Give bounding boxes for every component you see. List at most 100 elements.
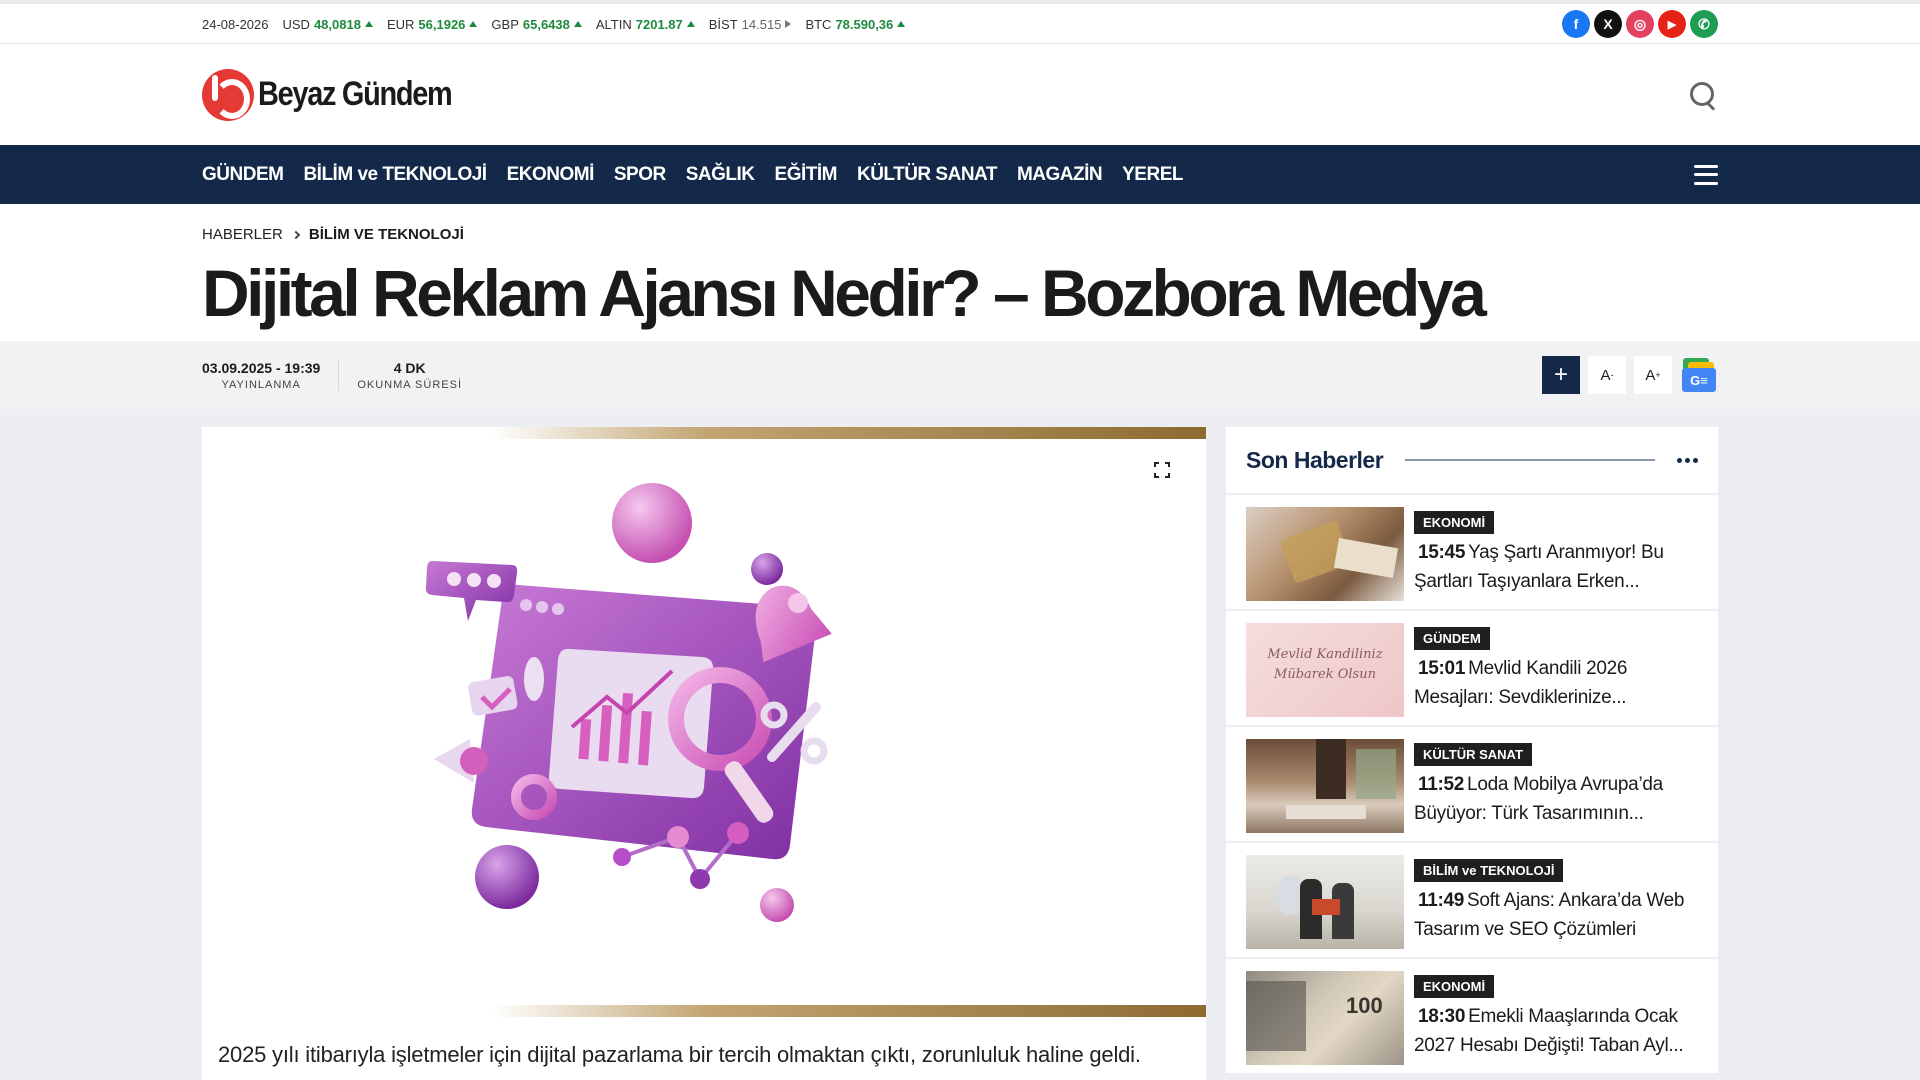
font-increase-sup: + (1655, 370, 1661, 380)
ticker-label: GBP (491, 16, 519, 32)
facebook-icon[interactable]: f (1562, 10, 1590, 38)
read-time-label: OKUNMA SÜRESİ (357, 378, 463, 391)
news-list-item[interactable]: BİLİM ve TEKNOLOJİ 11:49 Soft Ajans: Anka… (1226, 843, 1718, 957)
nav-item-saglik[interactable]: SAĞLIK (686, 164, 755, 186)
news-list-item[interactable]: 100 EKONOMİ 18:30 Emekli Maaşlarında Ocak… (1226, 959, 1718, 1073)
font-increase-label: A (1645, 366, 1656, 384)
trend-up-icon (573, 21, 582, 27)
article-meta-bar: 03.09.2025 - 19:39 YAYINLANMA 4 DK OKUNM… (0, 341, 1920, 409)
x-twitter-icon[interactable]: X (1594, 10, 1622, 38)
news-headline: 15:45 Yaş Şartı Aranmıyor! Bu Şartları Ta… (1414, 538, 1698, 596)
social-links: f X ◎ ▶ ✆ (1562, 10, 1718, 38)
news-thumbnail (1246, 739, 1404, 833)
news-list-item[interactable]: KÜLTÜR SANAT 11:52 Loda Mobilya Avrupa’da… (1226, 727, 1718, 841)
youtube-icon[interactable]: ▶ (1658, 10, 1686, 38)
ticker-label: EUR (386, 16, 415, 32)
breadcrumb-home[interactable]: HABERLER (202, 226, 283, 243)
news-list-item[interactable]: EKONOMİ 15:45 Yaş Şartı Aranmıyor! Bu Şar… (1226, 495, 1718, 609)
category-badge[interactable]: BİLİM ve TEKNOLOJİ (1414, 859, 1564, 882)
breadcrumb: HABERLER BİLİM VE TEKNOLOJİ (202, 226, 1718, 243)
nav-item-kultur-sanat[interactable]: KÜLTÜR SANAT (857, 164, 998, 186)
news-time: 11:52 (1418, 774, 1465, 795)
news-time: 18:30 (1418, 1006, 1466, 1027)
news-thumbnail: 100 (1246, 971, 1404, 1065)
font-decrease-label: A (1600, 366, 1611, 384)
nav-item-spor[interactable]: SPOR (614, 164, 666, 186)
plus-button[interactable]: + (1542, 356, 1580, 394)
breadcrumb-category[interactable]: BİLİM VE TEKNOLOJİ (309, 226, 464, 243)
font-decrease-sup: - (1610, 370, 1614, 380)
category-badge[interactable]: EKONOMİ (1414, 975, 1495, 998)
fullscreen-expand-icon[interactable] (1154, 462, 1170, 478)
news-thumbnail: Mevlid Kandiliniz Mübarek Olsun (1246, 623, 1404, 717)
logo-text: Beyaz Gündem (258, 75, 453, 113)
ticker-item-eur[interactable]: EUR 56,1926 (386, 16, 478, 32)
nav-item-ekonomi[interactable]: EKONOMİ (507, 164, 595, 186)
latest-news-sidebar: Son Haberler EKONOMİ 15:45 Yaş Şartı Aran… (1226, 427, 1718, 1080)
site-header: Beyaz Gündem (0, 44, 1920, 145)
ticker-date: 24-08-2026 (202, 16, 269, 32)
main-navigation: GÜNDEM BİLİM ve TEKNOLOJİ EKONOMİ SPOR S… (0, 145, 1920, 204)
ticker-value: 56,1926 (418, 16, 466, 32)
nav-item-bilim-teknoloji[interactable]: BİLİM ve TEKNOLOJİ (303, 164, 487, 186)
site-logo[interactable]: Beyaz Gündem (202, 68, 486, 121)
trend-up-icon (897, 21, 906, 27)
trend-up-icon (364, 21, 373, 27)
category-badge[interactable]: EKONOMİ (1414, 511, 1495, 534)
nav-item-gundem[interactable]: GÜNDEM (202, 164, 284, 186)
news-headline: 11:52 Loda Mobilya Avrupa’da Büyüyor: Tür… (1414, 770, 1698, 828)
ticker-item-btc[interactable]: BTC 78.590,36 (805, 16, 906, 32)
publish-date-label: YAYINLANMA (221, 378, 301, 391)
ticker-value: 78.590,36 (835, 16, 894, 32)
whatsapp-icon[interactable]: ✆ (1690, 10, 1718, 38)
ticker-label: BTC (805, 16, 832, 32)
nav-item-magazin[interactable]: MAGAZİN (1017, 164, 1103, 186)
market-ticker: 24-08-2026 USD 48,0818 EUR 56,1926 GBP 65,6… (202, 17, 919, 32)
logo-mark-icon (202, 68, 254, 121)
content-area: 2025 yılı itibarıyla işletmeler için dij… (0, 409, 1920, 1080)
publish-date-value: 03.09.2025 - 19:39 (202, 359, 321, 376)
ticker-label: USD (282, 16, 310, 32)
nav-item-egitim[interactable]: EĞİTİM (775, 164, 838, 186)
article-hero-image (425, 483, 832, 922)
news-thumbnail (1246, 855, 1404, 949)
ticker-label: ALTIN (595, 16, 632, 32)
ticker-item-gbp[interactable]: GBP 65,6438 (491, 16, 582, 32)
news-headline: 15:01 Mevlid Kandili 2026 Mesajları: Sevd… (1414, 654, 1698, 712)
google-news-label: G≡ (1682, 368, 1716, 392)
news-headline: 18:30 Emekli Maaşlarında Ocak 2027 Hesabı… (1414, 1002, 1698, 1060)
category-badge[interactable]: KÜLTÜR SANAT (1414, 743, 1532, 766)
thumbnail-caption: Mevlid Kandiliniz Mübarek Olsun (1267, 647, 1383, 682)
instagram-icon[interactable]: ◎ (1626, 10, 1654, 38)
market-ticker-bar: 24-08-2026 USD 48,0818 EUR 56,1926 GBP 65,6… (0, 0, 1920, 44)
divider (1405, 459, 1655, 461)
nav-item-yerel[interactable]: YEREL (1122, 164, 1183, 186)
ticker-value: 48,0818 (313, 16, 361, 32)
google-news-icon[interactable]: G≡ (1680, 356, 1718, 394)
article-body: 2025 yılı itibarıyla işletmeler için dij… (202, 427, 1206, 1080)
decorative-gold-bar (492, 1005, 1206, 1017)
decorative-gold-bar (492, 427, 1206, 439)
ticker-item-usd[interactable]: USD 48,0818 (283, 17, 373, 32)
more-options-icon[interactable] (1677, 457, 1698, 463)
sidebar-title: Son Haberler (1246, 446, 1384, 473)
ticker-value: 65,6438 (522, 16, 570, 32)
chevron-right-icon (291, 230, 301, 239)
category-badge[interactable]: GÜNDEM (1414, 627, 1490, 650)
news-time: 15:45 (1418, 542, 1466, 563)
ticker-item-bist[interactable]: BİST 14.515 (709, 17, 792, 32)
article-title: Dijital Reklam Ajansı Nedir? – Bozbora M… (202, 256, 1487, 330)
ticker-label: BİST (708, 16, 738, 32)
publish-date: 03.09.2025 - 19:39 YAYINLANMA (202, 360, 338, 391)
read-time-value: 4 DK (393, 359, 426, 376)
news-headline: 11:49 Soft Ajans: Ankara’da Web Tasarım v… (1414, 886, 1698, 944)
hamburger-menu-icon[interactable] (1694, 164, 1718, 185)
news-list-item[interactable]: Mevlid Kandiliniz Mübarek Olsun GÜNDEM 1… (1226, 611, 1718, 725)
ticker-item-gold[interactable]: ALTIN 7201.87 (596, 17, 695, 32)
trend-up-icon (686, 21, 695, 27)
font-decrease-button[interactable]: A- (1588, 356, 1626, 394)
news-time: 11:49 (1418, 890, 1465, 911)
font-increase-button[interactable]: A + (1634, 356, 1672, 394)
search-icon[interactable] (1688, 80, 1718, 110)
news-time: 15:01 (1418, 658, 1466, 679)
